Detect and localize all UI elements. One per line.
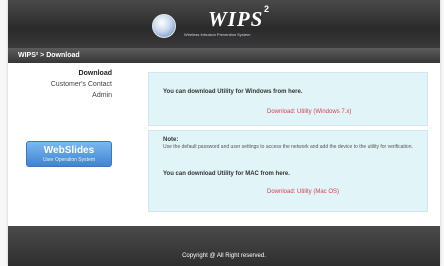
logo-badge-icon: [152, 14, 176, 38]
webslides-button[interactable]: WebSlides User Operation System: [26, 141, 112, 167]
header-bar: WIPS 2 Wireless Intrusion Prevention Sys…: [8, 0, 440, 48]
page-frame: WIPS 2 Wireless Intrusion Prevention Sys…: [8, 0, 440, 266]
windows-download-panel: You can download Utility for Windows fro…: [148, 72, 428, 126]
webslides-subtitle: User Operation System: [43, 157, 95, 163]
sidebar-nav: Download Customer's Contact Admin: [8, 68, 116, 101]
breadcrumb: WIPS² > Download: [8, 48, 440, 63]
nav-item-admin[interactable]: Admin: [8, 90, 116, 101]
mac-download-link[interactable]: Download: Utility (Mac OS): [267, 189, 339, 195]
note-label: Note:: [163, 137, 179, 143]
mac-download-text: You can download Utility for MAC from he…: [163, 171, 290, 177]
webslides-title: WebSlides: [43, 145, 95, 156]
windows-download-link[interactable]: Download: Utility (Windows 7.x): [267, 109, 351, 115]
windows-download-text: You can download Utility for Windows fro…: [163, 89, 303, 95]
logo-subtitle: Wireless Intrusion Prevention System: [184, 32, 251, 37]
logo-text: WIPS: [208, 7, 264, 31]
footer-copyright: Copyright @ All Right reserved.: [182, 253, 266, 259]
note-text: Use the default password and user settin…: [163, 144, 413, 150]
mac-download-panel: Note: Use the default password and user …: [148, 130, 428, 212]
footer-bar: Copyright @ All Right reserved.: [8, 226, 440, 266]
nav-item-download[interactable]: Download: [8, 68, 116, 79]
logo-superscript: 2: [264, 4, 270, 14]
nav-item-customers-contact[interactable]: Customer's Contact: [8, 79, 116, 90]
